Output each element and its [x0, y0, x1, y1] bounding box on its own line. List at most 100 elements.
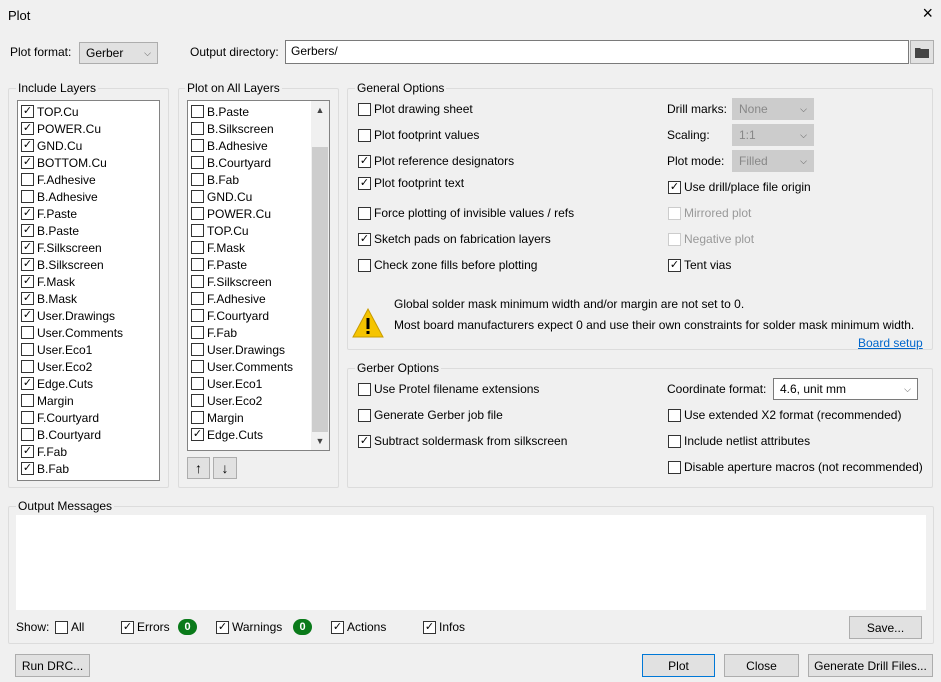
- checkbox[interactable]: ✓: [331, 620, 344, 634]
- checkbox[interactable]: ✓: [358, 176, 371, 190]
- show-warnings-checkbox[interactable]: ✓ Warnings: [216, 620, 282, 634]
- include-layer-item[interactable]: User.Eco1: [18, 341, 159, 358]
- all-layers-item[interactable]: B.Adhesive: [188, 137, 329, 154]
- coordinate-format-select[interactable]: 4.6, unit mm ⌵: [773, 378, 918, 400]
- general-option[interactable]: ✓ Plot footprint text: [358, 176, 464, 190]
- checkbox[interactable]: [191, 411, 204, 424]
- checkbox[interactable]: ✓: [21, 122, 34, 135]
- scrollbar-thumb[interactable]: [312, 147, 328, 432]
- checkbox[interactable]: [191, 105, 204, 118]
- checkbox[interactable]: ✓: [21, 139, 34, 152]
- all-layers-item[interactable]: B.Silkscreen: [188, 120, 329, 137]
- all-layers-item[interactable]: F.Fab: [188, 324, 329, 341]
- save-button[interactable]: Save...: [849, 616, 922, 639]
- checkbox[interactable]: [191, 275, 204, 288]
- general-option[interactable]: Negative plot: [668, 232, 754, 246]
- plot-format-select[interactable]: Gerber ⌵: [79, 42, 158, 64]
- include-layer-item[interactable]: Margin: [18, 392, 159, 409]
- checkbox[interactable]: [21, 343, 34, 356]
- show-infos-checkbox[interactable]: ✓ Infos: [423, 620, 465, 634]
- checkbox[interactable]: [191, 156, 204, 169]
- checkbox[interactable]: [191, 173, 204, 186]
- plot-mode-select[interactable]: Filled ⌵: [732, 150, 814, 172]
- include-layer-item[interactable]: ✓ B.Mask: [18, 290, 159, 307]
- checkbox[interactable]: [191, 377, 204, 390]
- include-layer-item[interactable]: ✓ F.Silkscreen: [18, 239, 159, 256]
- checkbox[interactable]: ✓: [358, 434, 371, 448]
- general-option[interactable]: Plot footprint values: [358, 128, 479, 142]
- plot-button[interactable]: Plot: [642, 654, 715, 677]
- include-layer-item[interactable]: ✓ F.Fab: [18, 443, 159, 460]
- general-option[interactable]: ✓ Use drill/place file origin: [668, 180, 811, 194]
- include-layer-item[interactable]: ✓ F.Mask: [18, 273, 159, 290]
- include-layer-item[interactable]: ✓ B.Silkscreen: [18, 256, 159, 273]
- checkbox[interactable]: [191, 258, 204, 271]
- general-option[interactable]: ✓ Sketch pads on fabrication layers: [358, 232, 551, 246]
- checkbox[interactable]: [191, 122, 204, 135]
- checkbox[interactable]: ✓: [358, 154, 371, 168]
- run-drc-button[interactable]: Run DRC...: [15, 654, 90, 677]
- show-all-checkbox[interactable]: All: [55, 620, 84, 634]
- all-layers-item[interactable]: F.Silkscreen: [188, 273, 329, 290]
- gerber-option[interactable]: Disable aperture macros (not recommended…: [668, 460, 923, 474]
- checkbox[interactable]: [191, 326, 204, 339]
- all-layers-item[interactable]: User.Eco2: [188, 392, 329, 409]
- checkbox[interactable]: [668, 434, 681, 448]
- gerber-option[interactable]: Use Protel filename extensions: [358, 382, 539, 396]
- checkbox[interactable]: ✓: [191, 428, 204, 441]
- show-actions-checkbox[interactable]: ✓ Actions: [331, 620, 386, 634]
- close-button[interactable]: Close: [724, 654, 799, 677]
- checkbox[interactable]: [358, 408, 371, 422]
- checkbox[interactable]: [668, 460, 681, 474]
- general-option[interactable]: ✓ Tent vias: [668, 258, 731, 272]
- all-layers-item[interactable]: F.Paste: [188, 256, 329, 273]
- checkbox[interactable]: ✓: [358, 232, 371, 246]
- checkbox[interactable]: [191, 343, 204, 356]
- scroll-down-icon[interactable]: ▼: [311, 432, 329, 450]
- checkbox[interactable]: ✓: [121, 620, 134, 634]
- general-option[interactable]: ✓ Plot reference designators: [358, 154, 514, 168]
- general-option[interactable]: Force plotting of invisible values / ref…: [358, 206, 574, 220]
- checkbox[interactable]: ✓: [21, 445, 34, 458]
- checkbox[interactable]: ✓: [21, 275, 34, 288]
- include-layer-item[interactable]: B.Courtyard: [18, 426, 159, 443]
- all-layers-item[interactable]: F.Courtyard: [188, 307, 329, 324]
- checkbox[interactable]: [191, 292, 204, 305]
- checkbox[interactable]: [358, 102, 371, 116]
- include-layer-item[interactable]: F.Courtyard: [18, 409, 159, 426]
- checkbox[interactable]: [191, 224, 204, 237]
- all-layers-item[interactable]: B.Courtyard: [188, 154, 329, 171]
- all-layers-item[interactable]: Margin: [188, 409, 329, 426]
- checkbox[interactable]: ✓: [668, 180, 681, 194]
- checkbox[interactable]: [191, 207, 204, 220]
- gerber-option[interactable]: Use extended X2 format (recommended): [668, 408, 901, 422]
- include-layer-item[interactable]: User.Eco2: [18, 358, 159, 375]
- checkbox[interactable]: [358, 206, 371, 220]
- all-layers-item[interactable]: F.Mask: [188, 239, 329, 256]
- scrollbar[interactable]: ▲ ▼: [311, 101, 329, 450]
- move-down-button[interactable]: ↓: [213, 457, 237, 479]
- all-layers-item[interactable]: ✓ Edge.Cuts: [188, 426, 329, 443]
- checkbox[interactable]: [21, 428, 34, 441]
- checkbox[interactable]: [358, 382, 371, 396]
- checkbox[interactable]: ✓: [21, 292, 34, 305]
- drill-marks-select[interactable]: None ⌵: [732, 98, 814, 120]
- all-layers-item[interactable]: B.Fab: [188, 171, 329, 188]
- checkbox[interactable]: ✓: [216, 620, 229, 634]
- include-layer-item[interactable]: ✓ F.Paste: [18, 205, 159, 222]
- scroll-up-icon[interactable]: ▲: [311, 101, 329, 119]
- checkbox[interactable]: ✓: [21, 241, 34, 254]
- checkbox[interactable]: [191, 190, 204, 203]
- all-layers-item[interactable]: User.Eco1: [188, 375, 329, 392]
- checkbox[interactable]: ✓: [21, 224, 34, 237]
- output-messages-area[interactable]: [16, 515, 926, 610]
- checkbox[interactable]: [668, 408, 681, 422]
- include-layer-item[interactable]: ✓ User.Drawings: [18, 307, 159, 324]
- all-layers-item[interactable]: POWER.Cu: [188, 205, 329, 222]
- general-option[interactable]: Plot drawing sheet: [358, 102, 473, 116]
- checkbox[interactable]: ✓: [21, 462, 34, 475]
- checkbox[interactable]: [21, 360, 34, 373]
- checkbox[interactable]: ✓: [668, 258, 681, 272]
- browse-folder-button[interactable]: [910, 40, 934, 64]
- checkbox[interactable]: ✓: [21, 309, 34, 322]
